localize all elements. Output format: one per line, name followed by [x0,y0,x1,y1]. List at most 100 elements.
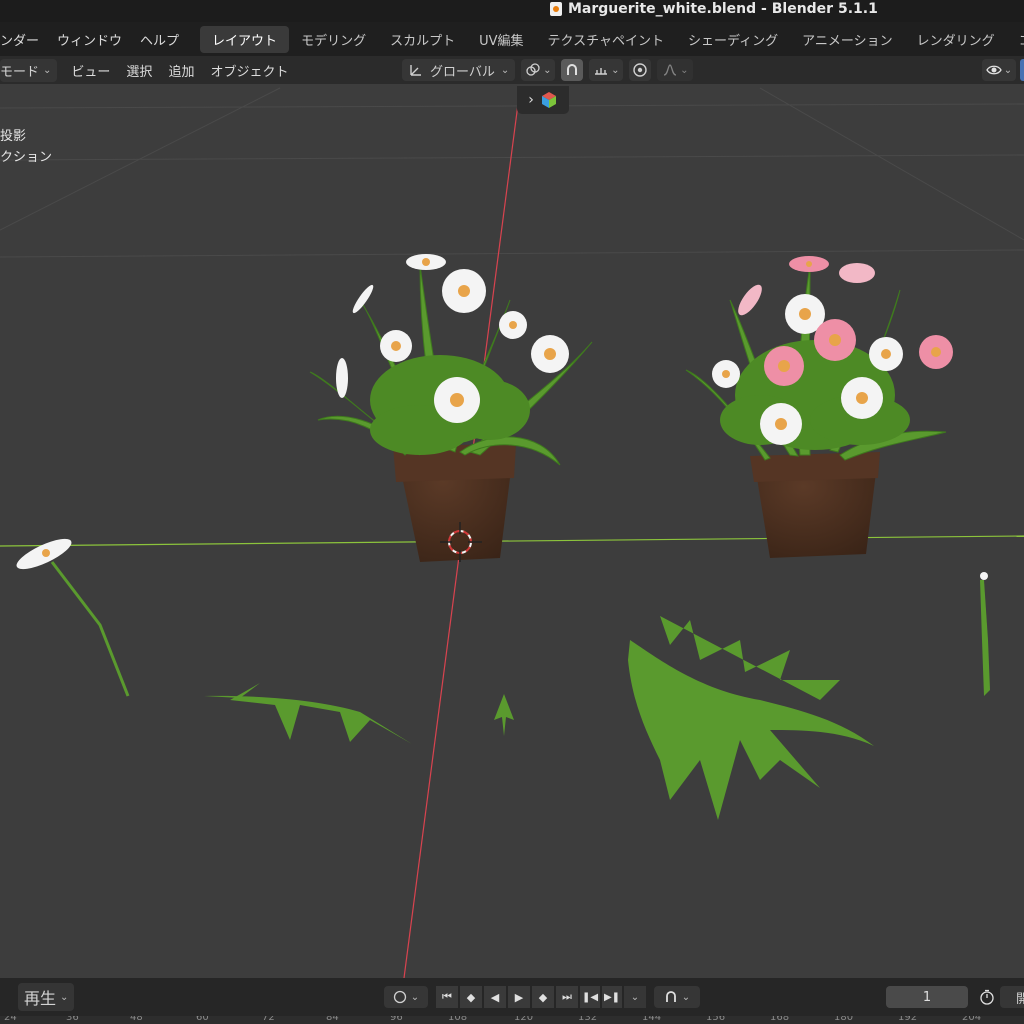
leaf-parts[interactable] [204,580,990,820]
gizmo-cube-icon [541,92,556,108]
eye-icon [986,65,1002,75]
chevron-down-icon: ⌄ [543,64,552,76]
frame-step-dropdown[interactable]: ⌄ [624,986,646,1008]
chevron-down-icon: ⌄ [1003,64,1013,76]
single-flower-stem[interactable] [13,533,130,697]
proportional-editing-icon [633,63,647,77]
snap-toggle[interactable] [561,59,584,81]
jump-end-button[interactable]: ⏭ [556,986,578,1008]
ruler-tick: 204 [962,1016,982,1023]
stopwatch-icon [980,989,994,1005]
chevron-down-icon: ⌄ [43,64,52,76]
viewport-collection-label: クション [0,150,53,165]
start-frame-field[interactable]: 開 [1000,986,1024,1008]
tab-modeling[interactable]: モデリング [289,26,378,53]
tab-shading[interactable]: シェーディング [676,26,790,53]
auto-keying-toggle[interactable]: ⌄ [384,986,428,1008]
current-frame-field[interactable]: 1 [886,986,968,1008]
3d-viewport[interactable]: 投影 クション [0,84,1024,978]
ruler-tick: 36 [66,1016,79,1023]
ruler-tick: 144 [642,1016,662,1023]
jump-start-button[interactable]: ⏮ [436,986,458,1008]
chevron-right-icon: › [528,92,534,108]
menu-select[interactable]: 選択 [118,61,160,80]
y-axis-line [0,535,1024,547]
ruler-tick: 120 [514,1016,534,1023]
next-keyframe-button[interactable]: ◆ [532,986,554,1008]
menu-object[interactable]: オブジェクト [202,61,296,80]
ruler-tick: 96 [390,1016,403,1023]
tab-uv-editing[interactable]: UV編集 [467,26,535,53]
timeline-ruler: 24 36 48 60 72 84 96 108 120 132 144 156… [0,1016,1024,1024]
playback-controls: ⏮ ◆ ◀ ▶ ◆ ⏭ [436,986,578,1008]
chevron-down-icon: ⌄ [681,991,691,1003]
prev-keyframe-button[interactable]: ◆ [460,986,482,1008]
header-right-tools: ⌄ [982,59,1024,81]
mode-dropdown[interactable]: モード ⌄ [0,58,58,82]
snap-target-dropdown[interactable]: ⌄ [589,59,624,81]
snap-magnet-icon [567,64,578,75]
pivot-point-icon [526,63,540,76]
chevron-down-icon: ⌄ [611,64,620,76]
menu-render[interactable]: ンダー [0,30,48,49]
ruler-tick: 72 [262,1016,275,1023]
menu-add[interactable]: 追加 [160,61,202,80]
tab-sculpting[interactable]: スカルプト [378,26,467,53]
transform-orientation-label: グローバル [430,64,495,80]
window-title-bar: Marguerite_white.blend - Blender 5.1.1 [0,0,1024,22]
tab-texture-paint[interactable]: テクスチャペイント [536,26,676,53]
tab-compositing[interactable]: コンポ [1007,26,1024,53]
white-marguerite-pot[interactable] [309,254,593,562]
selectability-toggle[interactable] [1020,59,1024,81]
ruler-tick: 60 [196,1016,209,1023]
viewport-scene [0,87,1024,978]
prev-frame-button[interactable]: ❚◀ [580,986,600,1008]
menu-help[interactable]: ヘルプ [131,30,188,49]
timeline-snap-toggle[interactable]: ⌄ [654,986,700,1008]
menu-window[interactable]: ウィンドウ [48,30,131,49]
proportional-falloff-dropdown[interactable]: ⌄ [657,59,694,81]
chevron-down-icon: ⌄ [410,991,420,1003]
tab-rendering[interactable]: レンダリング [905,26,1007,53]
tab-animation[interactable]: アニメーション [790,26,904,53]
chevron-down-icon: ⌄ [630,991,640,1003]
proportional-editing-toggle[interactable] [629,59,652,81]
ruler-tick: 180 [834,1016,854,1023]
ruler-tick: 108 [448,1016,468,1023]
snap-magnet-icon [665,991,676,1002]
transform-orientation-icon [410,65,421,76]
top-menu-bar: ンダー ウィンドウ ヘルプ レイアウト モデリング スカルプト UV編集 テクス… [0,22,1024,56]
snap-increment-icon [595,68,608,75]
ruler-tick: 192 [898,1016,918,1023]
ruler-tick: 132 [578,1016,598,1023]
play-reverse-button[interactable]: ◀ [484,986,506,1008]
ruler-tick: 24 [4,1016,17,1023]
tab-layout[interactable]: レイアウト [200,25,290,53]
viewport-header: モード ⌄ ビュー 選択 追加 オブジェクト グローバル ⌄ ⌄ ⌄ ⌄ ⌄ [0,56,1024,84]
viewport-gizmo-toggle[interactable]: › [517,86,569,114]
keying-record-icon [393,990,406,1004]
blend-file-icon [550,2,562,16]
mode-label: モード [0,64,40,80]
preview-range-toggle[interactable] [976,986,998,1008]
ruler-tick: 48 [130,1016,143,1023]
chevron-down-icon: ⌄ [500,64,510,76]
frame-step-controls: ❚◀ ▶❚ ⌄ [580,986,646,1008]
current-frame-value: 1 [922,989,932,1005]
chevron-down-icon: ⌄ [680,64,689,76]
viewport-projection-label: 投影 [0,129,27,144]
pivot-point-dropdown[interactable]: ⌄ [521,59,556,81]
menu-view[interactable]: ビュー [63,61,118,80]
transform-orientation-dropdown[interactable]: グローバル ⌄ [402,59,516,81]
playback-dropdown[interactable]: 再生 ⌄ [18,983,75,1011]
next-frame-button[interactable]: ▶❚ [602,986,622,1008]
visibility-dropdown[interactable]: ⌄ [982,59,1016,81]
chevron-down-icon: ⌄ [60,991,69,1003]
window-title-text: Marguerite_white.blend - Blender 5.1.1 [568,1,878,17]
ruler-tick: 168 [770,1016,790,1023]
pink-marguerite-pot[interactable] [685,256,953,558]
start-frame-label: 開 [1016,991,1024,1007]
ruler-tick: 156 [706,1016,726,1023]
play-button[interactable]: ▶ [508,986,530,1008]
ruler-tick: 84 [326,1016,339,1023]
